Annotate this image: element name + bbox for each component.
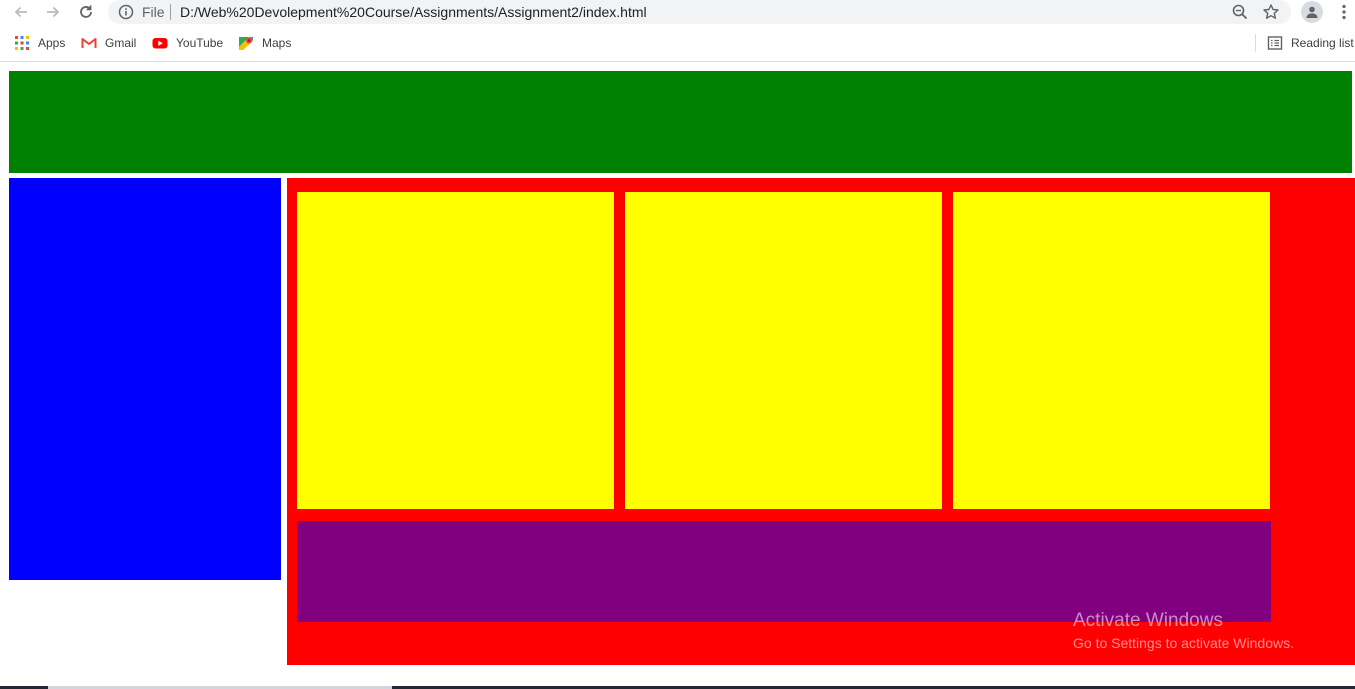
sidebar-block: [9, 178, 281, 580]
content-card-1: [297, 192, 614, 509]
reading-list-icon: [1267, 35, 1283, 51]
bookmark-label: Apps: [38, 36, 66, 50]
bookmark-label: Gmail: [105, 36, 137, 50]
star-icon[interactable]: [1262, 3, 1280, 21]
url-text[interactable]: D:/Web%20Devolepment%20Course/Assignment…: [180, 4, 647, 20]
content-card-2: [625, 192, 942, 509]
apps-grid-icon: [14, 35, 30, 51]
gmail-icon: [81, 35, 97, 51]
activate-windows-title: Activate Windows: [1073, 610, 1223, 631]
reload-icon: [77, 3, 95, 21]
header-block: [9, 71, 1352, 173]
bookmark-label: Maps: [262, 36, 292, 50]
reading-list-button[interactable]: Reading list: [1267, 32, 1354, 54]
content-card-3: [953, 192, 1270, 509]
reload-button[interactable]: [75, 1, 97, 23]
bookmark-apps[interactable]: Apps: [14, 32, 65, 54]
bookmark-label: YouTube: [176, 36, 224, 50]
back-arrow-icon: [12, 3, 30, 21]
maps-icon: [238, 35, 254, 51]
address-divider: [170, 4, 171, 20]
menu-kebab-icon[interactable]: [1337, 3, 1351, 21]
bookmark-youtube[interactable]: YouTube: [152, 32, 223, 54]
file-scheme-label: File: [142, 4, 165, 20]
forward-arrow-icon: [44, 3, 62, 21]
youtube-icon: [152, 35, 168, 51]
info-icon[interactable]: [118, 4, 134, 20]
forward-button[interactable]: [42, 1, 64, 23]
profile-icon[interactable]: [1301, 1, 1323, 23]
browser-toolbar: File D:/Web%20Devolepment%20Course/Assig…: [0, 0, 1355, 25]
back-button[interactable]: [10, 1, 32, 23]
address-bar[interactable]: File D:/Web%20Devolepment%20Course/Assig…: [108, 0, 1291, 24]
activate-windows-subtitle: Go to Settings to activate Windows.: [1073, 635, 1294, 651]
zoom-icon[interactable]: [1231, 3, 1249, 21]
reading-list-label: Reading list: [1291, 36, 1354, 50]
toolbar-separator: [0, 61, 1355, 62]
bookmark-maps[interactable]: Maps: [238, 32, 291, 54]
bookmarks-divider: [1255, 34, 1256, 52]
footer-block: [297, 521, 1271, 622]
bookmarks-bar: Apps Gmail YouTube Maps Reading list: [0, 32, 1355, 54]
bookmark-gmail[interactable]: Gmail: [81, 32, 136, 54]
